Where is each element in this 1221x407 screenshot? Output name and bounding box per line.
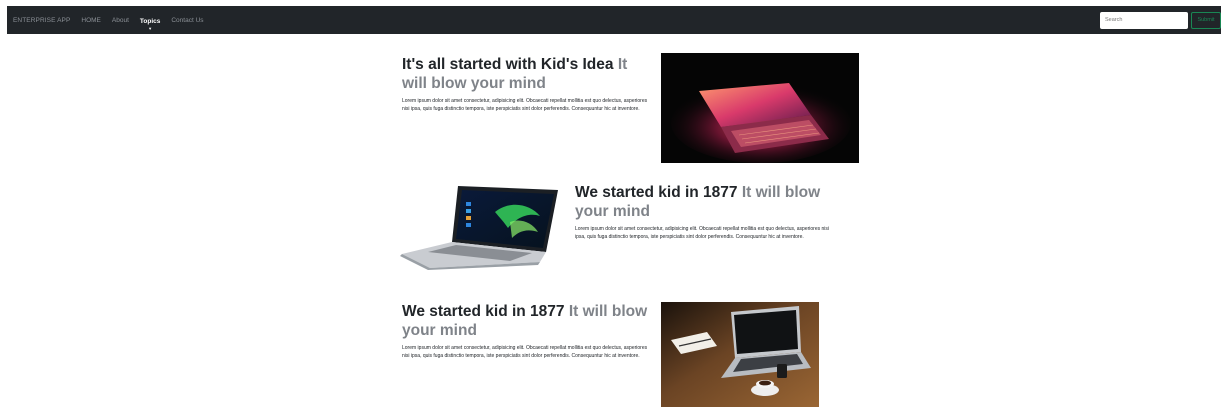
feature-3-laptop-image <box>661 302 819 407</box>
feature-3-heading-main: We started kid in 1877 <box>402 303 565 320</box>
feature-3-lead: Lorem ipsum dolor sit amet consectetur, … <box>402 345 648 359</box>
feature-1-lead: Lorem ipsum dolor sit amet consectetur, … <box>402 98 648 112</box>
feature-1-text: It's all started with Kid's Idea It will… <box>402 55 652 113</box>
feature-3-heading: We started kid in 1877 It will blow your… <box>402 302 654 340</box>
submit-button[interactable]: Submit <box>1191 11 1221 29</box>
top-navbar: ENTERPRISE APP HOME About Topics ▼ Conta… <box>7 6 1221 34</box>
nav-link-home[interactable]: HOME <box>81 17 101 24</box>
feature-2-laptop-image <box>400 182 560 270</box>
feature-1-heading-main: It's all started with Kid's Idea <box>402 56 614 73</box>
nav-link-topics[interactable]: Topics ▼ <box>139 18 161 31</box>
feature-2-lead: Lorem ipsum dolor sit amet consectetur, … <box>575 226 830 240</box>
feature-1-laptop-image <box>661 53 859 163</box>
nav-link-about[interactable]: About <box>112 17 129 24</box>
feature-2-heading-main: We started kid in 1877 <box>575 184 738 201</box>
feature-3-text: We started kid in 1877 It will blow your… <box>402 302 654 360</box>
feature-2-text: We started kid in 1877 It will blow your… <box>575 183 829 241</box>
nav-link-topics-label: Topics <box>139 18 161 25</box>
nav-link-contact[interactable]: Contact Us <box>171 17 203 24</box>
feature-1-heading: It's all started with Kid's Idea It will… <box>402 55 652 93</box>
search-input[interactable] <box>1100 11 1188 29</box>
brand-link[interactable]: ENTERPRISE APP <box>13 17 70 24</box>
feature-2-heading: We started kid in 1877 It will blow your… <box>575 183 829 221</box>
dropdown-caret-icon: ▼ <box>148 26 153 31</box>
